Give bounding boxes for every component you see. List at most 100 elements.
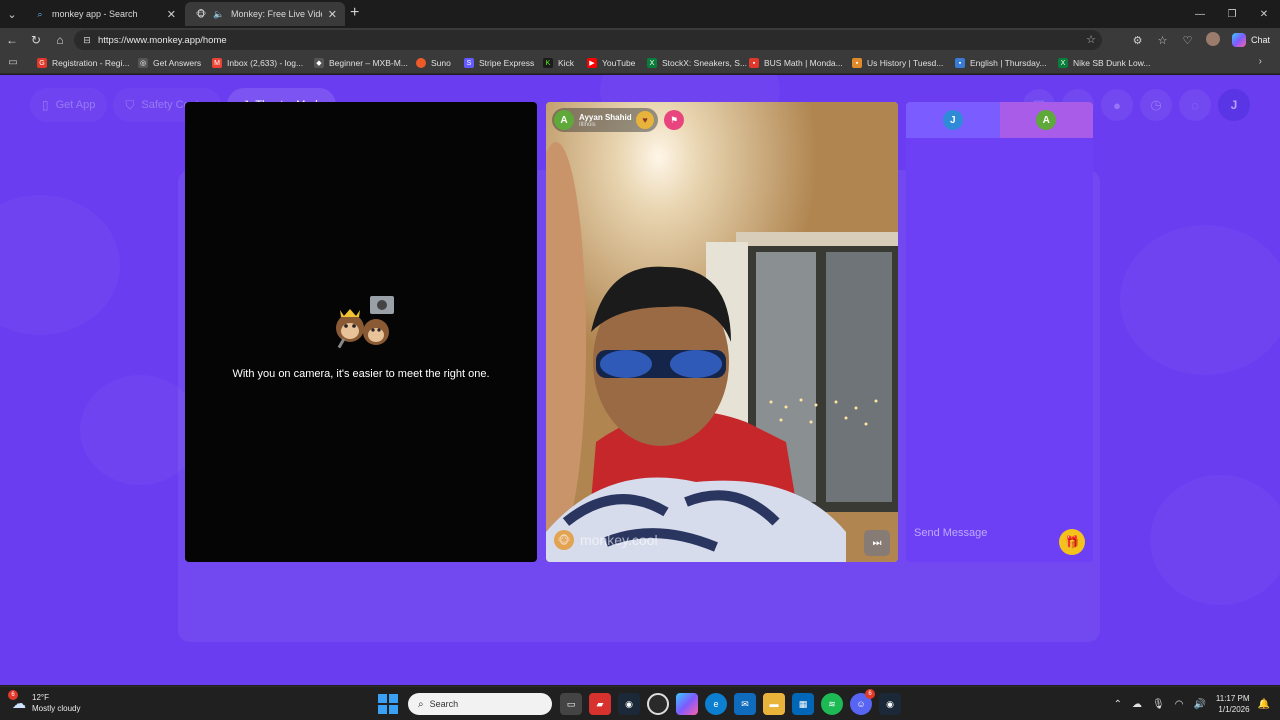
bookmark-item[interactable]: K Kick — [543, 56, 574, 70]
speaker-icon[interactable]: 🔈 — [213, 8, 225, 20]
background-blob — [0, 195, 120, 335]
send-message-input[interactable]: Send Message — [914, 527, 987, 539]
discord-icon[interactable]: ☺ 6 — [850, 689, 875, 715]
weather-temp: 12°F — [32, 693, 49, 702]
home-icon[interactable]: ⌂ — [48, 28, 72, 52]
onedrive-icon[interactable]: ☁ — [1132, 699, 1142, 710]
tab-search[interactable]: ⌕ monkey app - Search ✕ — [24, 2, 184, 26]
taskbar-apps: ⌕ Search ▭ ▰ ◉ e ✉ ▬ ▦ ≋ ☺ 6 ◉ — [378, 689, 908, 716]
steam-icon[interactable]: ◉ — [618, 693, 640, 715]
heart-icon[interactable]: ♥ — [636, 111, 654, 129]
search-icon: ⌕ — [37, 8, 43, 19]
refresh-icon[interactable]: ↻ — [24, 28, 48, 52]
history-icon[interactable]: ◷ — [1140, 89, 1172, 121]
task-view-icon[interactable]: ▭ — [560, 693, 582, 715]
copilot-icon[interactable] — [676, 693, 698, 715]
notification-bell-icon[interactable]: 🔔 — [1258, 699, 1270, 710]
monkey-watermark: 🐵 monkey.cool — [554, 530, 658, 550]
copilot-chat-button[interactable]: Chat — [1231, 32, 1270, 48]
partner-location: Illinois — [579, 121, 596, 128]
bookmark-item[interactable]: ▪ BUS Math | Monda... — [749, 56, 843, 70]
camera-prompt-text: With you on camera, it's easier to meet … — [232, 368, 490, 380]
url-field[interactable]: ⊟ https://www.monkey.app/home ☆ — [74, 30, 1102, 50]
spotify-icon[interactable]: ≋ — [821, 693, 843, 715]
bookmark-item[interactable]: ▪ Us History | Tuesd... — [852, 56, 943, 70]
close-tab-icon[interactable]: ✕ — [328, 8, 337, 21]
edge-icon[interactable]: e — [705, 693, 727, 715]
chat-participant-partner[interactable]: A — [999, 102, 1093, 138]
weather-widget[interactable]: ☁ 6 12°F Mostly cloudy — [8, 690, 81, 714]
chat-participant-self[interactable]: J — [906, 102, 1000, 138]
bookmark-item[interactable]: X Nike SB Dunk Low... — [1058, 56, 1150, 70]
favorites-icon[interactable]: ☆ — [1150, 34, 1175, 47]
clock-date: 1/1/2026 — [1218, 705, 1250, 714]
favorite-star-icon[interactable]: ☆ — [1086, 33, 1096, 46]
stockx-icon: X — [647, 58, 657, 68]
search-icon: ⌕ — [418, 698, 424, 710]
url-text: https://www.monkey.app/home — [98, 34, 227, 46]
partner-video-panel: A Ayyan Shahid Illinois ♥ ⚑ 🐵 monkey.coo… — [546, 102, 898, 562]
bookmark-item[interactable]: G Registration - Regi... — [37, 56, 129, 70]
new-tab-button[interactable]: + — [350, 4, 359, 22]
bookmark-item[interactable]: M Inbox (2,633) - log... — [212, 56, 303, 70]
site-info-icon[interactable]: ⊟ — [78, 35, 96, 46]
watermark-text: monkey.cool — [580, 532, 658, 548]
monkeys-with-camera-icon — [336, 296, 394, 349]
outlook-icon[interactable]: ✉ — [734, 693, 756, 715]
bookmark-item[interactable]: ▶ YouTube — [587, 56, 635, 70]
partner-info-chip[interactable]: A Ayyan Shahid Illinois ♥ — [552, 108, 658, 132]
bookmark-item[interactable]: S Stripe Express — [464, 56, 534, 70]
suno-icon — [416, 58, 426, 68]
weather-desc: Mostly cloudy — [32, 704, 81, 713]
roblox-studio-icon[interactable]: ▰ — [589, 693, 611, 715]
bookmark-item[interactable]: ◆ Beginner – MXB-M... — [314, 56, 408, 70]
chevron-right-icon[interactable]: › — [1259, 56, 1262, 67]
restore-icon[interactable]: ❐ — [1216, 0, 1248, 28]
microphone-icon[interactable]: 🎙 — [1152, 699, 1165, 710]
windows-start-icon[interactable] — [378, 694, 398, 714]
globe-icon: ◎ — [138, 58, 148, 68]
report-icon[interactable]: ⚑ — [664, 110, 684, 130]
cloud-icon: ☁ 6 — [8, 690, 28, 712]
self-avatar: J — [942, 110, 963, 130]
kick-icon: K — [543, 58, 553, 68]
close-tab-icon[interactable]: ✕ — [167, 8, 176, 21]
profile-avatar[interactable]: J — [1218, 89, 1250, 121]
bookmark-item[interactable]: Suno — [416, 56, 451, 70]
wifi-icon[interactable]: ◠ — [1175, 699, 1184, 710]
coins-icon[interactable]: ● — [1101, 89, 1133, 121]
minimize-icon[interactable]: — — [1184, 0, 1216, 28]
chevron-up-icon[interactable]: ⌃ — [1114, 699, 1122, 710]
back-icon[interactable]: ← — [0, 28, 24, 52]
bookmark-item[interactable]: ▪ English | Thursday... — [955, 56, 1047, 70]
get-app-button[interactable]: ▯ Get App — [30, 88, 108, 122]
window-controls: — ❐ ✕ — [1184, 0, 1280, 28]
bookmark-favicon-icon: ▪ — [955, 58, 965, 68]
partner-avatar: A — [554, 110, 574, 130]
skip-next-button[interactable]: ⏭ — [864, 530, 890, 556]
tab-actions-chevron-icon[interactable]: ⌄ — [1, 3, 23, 25]
chrome-icon[interactable] — [647, 693, 669, 715]
copilot-icon — [1231, 33, 1246, 47]
volume-icon[interactable]: 🔊 — [1193, 699, 1205, 710]
clock[interactable]: 11:17 PM 1/1/2026 — [1216, 693, 1250, 715]
tab-monkey[interactable]: 🐵 🔈 Monkey: Free Live Video Chat ✕ — [185, 2, 345, 26]
clock-time: 11:17 PM — [1215, 694, 1250, 703]
extensions-icon[interactable]: ⚙ — [1125, 34, 1150, 47]
close-icon[interactable]: ✕ — [1248, 0, 1280, 28]
bookmark-item[interactable]: ◎ Get Answers — [138, 56, 201, 70]
browser-essentials-icon[interactable]: ♡ — [1175, 34, 1200, 47]
chat-participants-bar: J A — [906, 102, 1093, 138]
steam-icon[interactable]: ◉ — [879, 693, 901, 715]
file-explorer-icon[interactable]: ▬ — [763, 693, 785, 715]
sidebar-toggle-icon[interactable]: ▭ — [0, 57, 26, 68]
gift-icon[interactable]: 🎁 — [1059, 529, 1085, 555]
bookmark-item[interactable]: X StockX: Sneakers, S... — [647, 56, 747, 70]
profile-avatar[interactable] — [1200, 31, 1225, 49]
microsoft-store-icon[interactable]: ▦ — [792, 693, 814, 715]
messages-icon[interactable]: ◌ — [1179, 89, 1211, 121]
taskbar-search[interactable]: ⌕ Search — [408, 693, 552, 715]
bookmark-favicon-icon: ▪ — [852, 58, 862, 68]
youtube-icon: ▶ — [587, 58, 597, 68]
weather-badge: 6 — [8, 690, 18, 700]
